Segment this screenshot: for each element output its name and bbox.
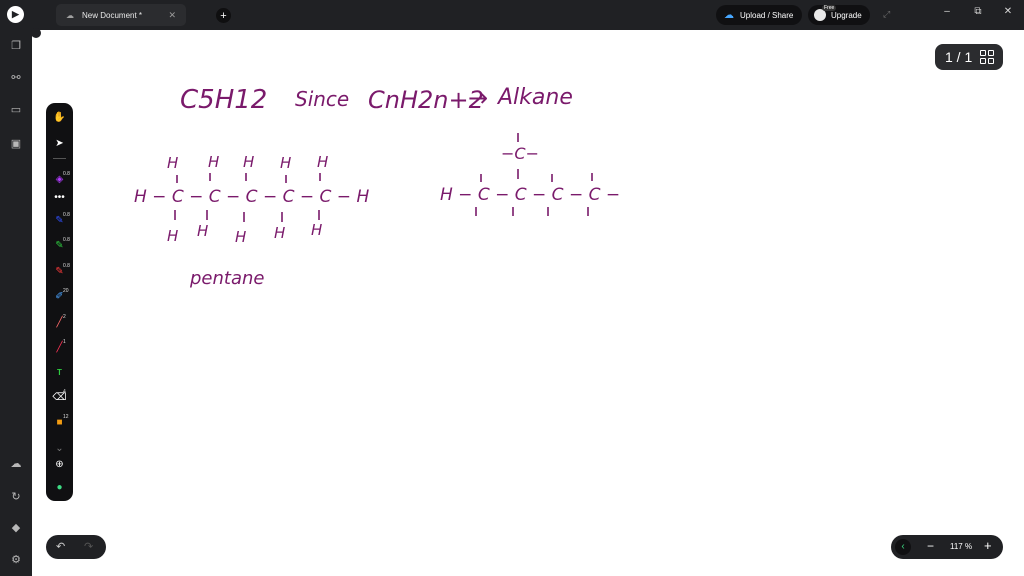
page-number: 1 / 1 <box>945 49 973 65</box>
h-label: H <box>167 227 178 245</box>
text-tool-icon[interactable]: T <box>52 365 67 380</box>
zoom-out-button[interactable]: − <box>927 539 934 553</box>
branch-top-bonds <box>480 173 593 182</box>
h-label: H <box>208 153 219 171</box>
h-label: H <box>235 228 246 246</box>
whiteboard-canvas[interactable]: C5H12 Since CnH2n+2 → Alkane H H H H H H… <box>32 30 1024 576</box>
expand-icon[interactable]: ⤢ <box>883 9 890 20</box>
page-indicator[interactable]: 1 / 1 <box>935 44 1003 70</box>
free-badge: Free <box>822 5 837 11</box>
history-icon[interactable]: ↻ <box>8 489 24 505</box>
h-label: H <box>280 154 291 172</box>
general-formula-text: CnH2n+2 <box>368 86 484 114</box>
chevron-down-icon[interactable]: ⌄ <box>52 441 67 456</box>
pointer-icon[interactable]: ➤ <box>52 136 67 151</box>
h-label: H <box>167 154 178 172</box>
top-bonds <box>176 173 321 183</box>
upload-share-label: Upload / Share <box>740 10 794 20</box>
branch-bottom-bonds <box>475 207 589 216</box>
minimize-button[interactable]: – <box>939 6 955 17</box>
canvas-corner <box>31 28 41 38</box>
graduation-cap-icon[interactable]: ◆ <box>8 520 24 536</box>
toolbar-divider <box>53 158 66 159</box>
collapse-chevron-icon[interactable]: ‹ <box>895 539 911 555</box>
tab-title: New Document * <box>82 10 143 20</box>
lasso-icon[interactable]: ◈ 0.8 <box>52 171 70 187</box>
h-label: H <box>197 222 208 240</box>
document-tab[interactable]: ☁ New Document * ✕ <box>56 4 186 26</box>
binoculars-icon[interactable]: ⚯ <box>8 70 24 86</box>
since-text: Since <box>295 87 349 111</box>
bottom-bonds <box>174 210 320 222</box>
branch-chain-text: H − C − C − C − C − <box>440 185 620 205</box>
stroke-width-badge: 0.8 <box>63 171 70 177</box>
upgrade-label: Upgrade <box>831 10 862 20</box>
top-h-row: H H H H H <box>167 153 328 172</box>
line-icon[interactable]: ╱ 2 <box>52 314 67 330</box>
arrow-text: → <box>468 84 488 112</box>
zoom-bar: ‹ − 117 % + <box>891 535 1003 559</box>
keyboard-icon[interactable]: ▭ <box>8 102 24 118</box>
handwriting-layer: C5H12 Since CnH2n+2 → Alkane H H H H H H… <box>134 84 620 289</box>
drawing-toolbar: ✋ ➤ ◈ 0.8 ••• ✎ 0.8 ✎ 0.8 ✎ 0.8 ✐ 20 ╱ 2 ╱ 1 T … <box>46 103 73 501</box>
cloud-off-icon: ☁ <box>66 10 74 20</box>
documents-icon[interactable]: ❐ <box>8 38 24 54</box>
bottom-h-row: H H H H H <box>167 221 322 246</box>
title-bar: ▶ ☁ New Document * ✕ + ☁ Upload / Share … <box>0 0 1024 30</box>
app-logo-icon[interactable]: ▶ <box>7 6 24 23</box>
h-label: H <box>311 221 322 239</box>
close-tab-icon[interactable]: ✕ <box>168 10 176 21</box>
close-window-button[interactable]: ✕ <box>1000 6 1016 17</box>
add-icon[interactable]: ⊕ <box>52 457 67 472</box>
undo-icon[interactable]: ↶ <box>56 540 65 553</box>
redo-icon[interactable]: ↷ <box>84 540 93 553</box>
blue-pen-icon[interactable]: ✎ 0.8 <box>52 212 70 228</box>
branch-top-text: −C− <box>501 144 539 163</box>
eraser-icon[interactable]: ⌫ 4 <box>52 389 67 405</box>
laser-icon[interactable]: ╱ 1 <box>52 339 67 355</box>
zoom-value: 117 % <box>950 542 973 551</box>
green-pen-icon[interactable]: ✎ 0.8 <box>52 237 70 253</box>
red-pen-icon[interactable]: ✎ 0.8 <box>52 263 70 279</box>
main-chain-text: H − C − C − C − C − C − H <box>134 187 369 207</box>
shapes-icon[interactable]: ■ 12 <box>52 414 68 430</box>
left-sidebar: ❐ ⚯ ▭ ▣ ☁ ↻ ◆ ⚙ <box>0 30 32 576</box>
alkane-text: Alkane <box>496 85 573 110</box>
brush-icon[interactable]: ✐ 20 <box>52 288 68 304</box>
undo-redo-bar: ↶ ↷ <box>46 535 106 559</box>
settings-gear-icon[interactable]: ⚙ <box>8 552 24 568</box>
h-label: H <box>317 153 328 171</box>
save-icon[interactable]: ▣ <box>8 136 24 152</box>
upload-share-button[interactable]: ☁ Upload / Share <box>716 5 802 25</box>
more-dots-icon[interactable]: ••• <box>52 190 67 205</box>
app-menu-icon[interactable]: ● <box>52 480 67 495</box>
pentane-label: pentane <box>189 268 264 289</box>
upgrade-button[interactable]: Upgrade <box>808 5 870 25</box>
page-grid-icon[interactable] <box>980 50 994 64</box>
formula-text: C5H12 <box>180 85 267 115</box>
restore-button[interactable]: ⧉ <box>970 6 986 17</box>
cloud-icon: ☁ <box>724 9 734 21</box>
new-tab-button[interactable]: + <box>216 8 231 23</box>
zoom-in-button[interactable]: + <box>984 538 992 553</box>
cloud-sync-icon[interactable]: ☁ <box>8 456 24 472</box>
h-label: H <box>274 224 285 242</box>
h-label: H <box>243 153 254 171</box>
hand-icon[interactable]: ✋ <box>52 110 67 125</box>
